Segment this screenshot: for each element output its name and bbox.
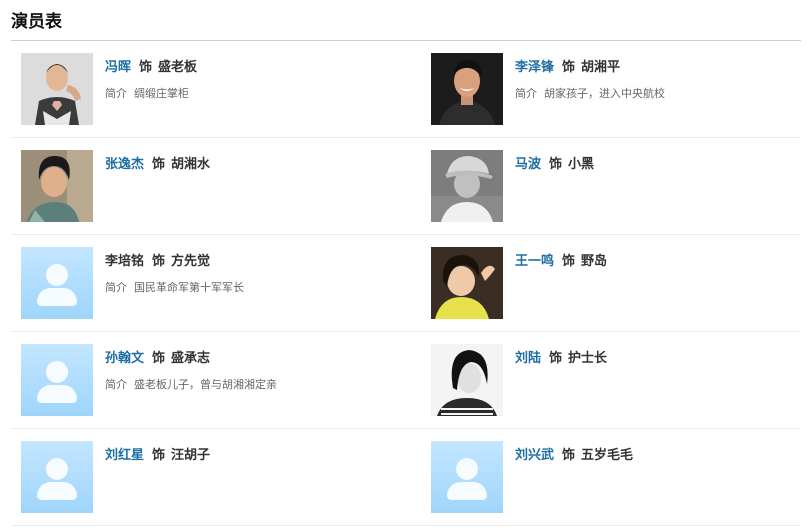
cast-card: 孙翰文饰盛承志 简介 盛老板儿子，曾与胡湘湘定亲 xyxy=(11,332,391,428)
role-name: 盛承志 xyxy=(171,351,211,366)
intro-label: 简介 xyxy=(105,378,127,391)
cast-card: 冯晖饰盛老板 简介 绸缎庄掌柜 xyxy=(11,41,391,137)
cast-info: 王一鸣饰野岛 xyxy=(515,253,795,271)
cast-card: 王一鸣饰野岛 xyxy=(421,235,801,331)
role-intro: 绸缎庄掌柜 xyxy=(134,87,189,100)
cast-info: 马波饰小黑 xyxy=(515,156,795,174)
actor-name-link[interactable]: 刘兴武 xyxy=(515,448,554,463)
cast-row: 李培铭饰方先觉 简介 国民革命军第十军军长 王一鸣 饰 野岛 xyxy=(11,235,801,332)
actor-name: 李培铭 xyxy=(105,254,145,269)
title-bar: 演员表 xyxy=(11,0,801,41)
cast-grid: 冯晖饰盛老板 简介 绸缎庄掌柜 李泽锋 饰 胡湘平 简介 胡家孩子，进入中央航校… xyxy=(11,41,801,526)
cast-info: 刘陆饰护士长 xyxy=(515,350,795,368)
cast-row: 刘红星饰汪胡子 刘兴武饰五岁毛毛 xyxy=(11,429,801,526)
cast-row: 冯晖饰盛老板 简介 绸缎庄掌柜 李泽锋 饰 胡湘平 简介 胡家孩子，进入中央航校 xyxy=(11,41,801,138)
intro-label: 简介 xyxy=(515,87,537,100)
role-name: 汪胡子 xyxy=(171,448,211,463)
role-intro: 胡家孩子，进入中央航校 xyxy=(544,87,665,100)
avatar-placeholder-icon[interactable] xyxy=(431,441,503,513)
cast-info: 李泽锋饰胡湘平 简介 胡家孩子，进入中央航校 xyxy=(515,59,795,101)
cast-row: 孙翰文饰盛承志 简介 盛老板儿子，曾与胡湘湘定亲 刘陆 饰 护士长 xyxy=(11,332,801,429)
role-name: 方先觉 xyxy=(171,254,211,269)
role-intro: 盛老板儿子，曾与胡湘湘定亲 xyxy=(134,378,277,391)
actor-name-link[interactable]: 王一鸣 xyxy=(515,254,554,269)
as-label: 饰 xyxy=(549,351,563,366)
actor-name-link[interactable]: 马波 xyxy=(515,157,541,172)
actor-name-link[interactable]: 刘陆 xyxy=(515,351,541,366)
avatar-placeholder-icon[interactable] xyxy=(21,441,93,513)
as-label: 饰 xyxy=(152,351,166,366)
actor-name-link[interactable]: 刘红星 xyxy=(105,448,144,463)
cast-card: 刘红星饰汪胡子 xyxy=(11,429,391,525)
as-label: 饰 xyxy=(139,60,153,75)
intro-label: 简介 xyxy=(105,87,127,100)
cast-card: 刘兴武饰五岁毛毛 xyxy=(421,429,801,525)
actor-photo[interactable] xyxy=(21,53,93,125)
as-label: 饰 xyxy=(562,60,576,75)
cast-card: 张逸杰饰胡湘水 xyxy=(11,138,391,234)
cast-row: 张逸杰饰胡湘水 马波饰小黑 xyxy=(11,138,801,235)
intro-label: 简介 xyxy=(105,281,127,294)
role-name: 野岛 xyxy=(581,254,608,269)
as-label: 饰 xyxy=(549,157,563,172)
actor-photo[interactable] xyxy=(21,150,93,222)
cast-page: 演员表 冯晖 饰 盛老板 简介 绸缎庄掌柜 李泽锋 饰 胡湘平 简介 胡家孩子，… xyxy=(0,0,809,530)
actor-name-link[interactable]: 冯晖 xyxy=(105,60,131,75)
cast-card: 刘陆饰护士长 xyxy=(421,332,801,428)
cast-card: 李泽锋饰胡湘平 简介 胡家孩子，进入中央航校 xyxy=(421,41,801,137)
as-label: 饰 xyxy=(152,254,166,269)
actor-photo[interactable] xyxy=(431,344,503,416)
actor-photo[interactable] xyxy=(431,53,503,125)
cast-card: 李培铭饰方先觉 简介 国民革命军第十军军长 xyxy=(11,235,391,331)
role-name: 护士长 xyxy=(568,351,608,366)
role-name: 五岁毛毛 xyxy=(581,448,634,463)
actor-name-link[interactable]: 李泽锋 xyxy=(515,60,554,75)
cast-info: 孙翰文饰盛承志 简介 盛老板儿子，曾与胡湘湘定亲 xyxy=(105,350,385,392)
actor-name-link[interactable]: 张逸杰 xyxy=(105,157,144,172)
as-label: 饰 xyxy=(562,448,576,463)
actor-photo[interactable] xyxy=(431,150,503,222)
role-name: 胡湘平 xyxy=(581,60,621,75)
cast-info: 冯晖饰盛老板 简介 绸缎庄掌柜 xyxy=(105,59,385,101)
role-name: 小黑 xyxy=(568,157,595,172)
cast-info: 李培铭饰方先觉 简介 国民革命军第十军军长 xyxy=(105,253,385,295)
as-label: 饰 xyxy=(562,254,576,269)
actor-photo[interactable] xyxy=(431,247,503,319)
actor-name-link[interactable]: 孙翰文 xyxy=(105,351,144,366)
cast-info: 刘红星饰汪胡子 xyxy=(105,447,385,465)
page-title: 演员表 xyxy=(11,12,62,32)
avatar-placeholder-icon[interactable] xyxy=(21,247,93,319)
as-label: 饰 xyxy=(152,157,166,172)
cast-info: 刘兴武饰五岁毛毛 xyxy=(515,447,795,465)
role-intro: 国民革命军第十军军长 xyxy=(134,281,244,294)
role-name: 胡湘水 xyxy=(171,157,211,172)
cast-card: 马波饰小黑 xyxy=(421,138,801,234)
avatar-placeholder-icon[interactable] xyxy=(21,344,93,416)
as-label: 饰 xyxy=(152,448,166,463)
cast-info: 张逸杰饰胡湘水 xyxy=(105,156,385,174)
role-name: 盛老板 xyxy=(158,60,198,75)
